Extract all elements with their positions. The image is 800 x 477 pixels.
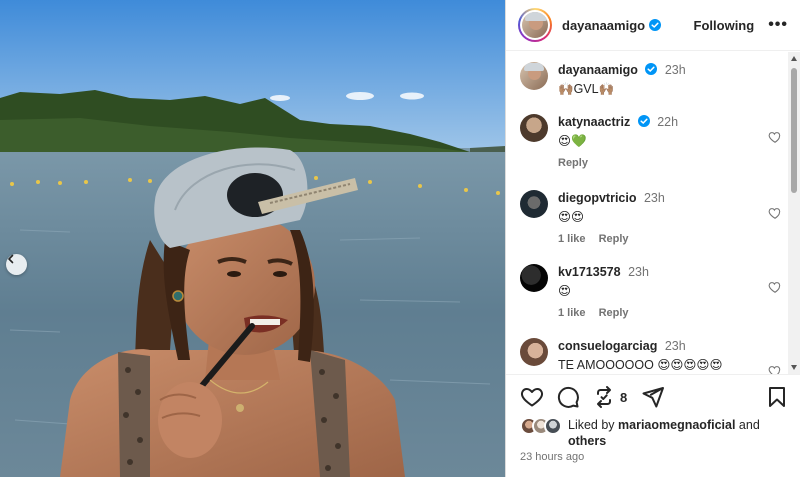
commenter-avatar[interactable] [520,264,548,292]
commenter-avatar[interactable] [520,114,548,142]
like-comment-heart-icon[interactable] [768,130,782,144]
verified-badge-icon [637,115,650,127]
commenter-avatar[interactable] [520,62,548,90]
like-comment-heart-icon[interactable] [768,206,782,220]
post-details-panel: dayanaamigo Following ••• dayanaamigo 23… [505,0,800,477]
comment-item: kv1713578 23h 😍 1 like Reply [520,264,788,319]
commenter-avatar[interactable] [520,338,548,366]
comment-like-count[interactable]: 1 like [558,233,586,245]
comment-text: 🙌🏽GVL🙌🏽 [558,82,615,96]
scroll-up-arrow-icon[interactable] [791,56,797,61]
comment-item: diegopvtricio 23h 😍😍 1 like Reply [520,190,788,245]
comment-username[interactable]: kv1713578 [558,265,621,279]
author-username[interactable]: dayanaamigo [562,18,645,33]
comment-item: katynaactriz 22h 😍💚 Reply [520,114,788,169]
bookmark-icon[interactable] [765,385,789,409]
comment-username[interactable]: dayanaamigo [558,63,638,77]
comment-username[interactable]: katynaactriz [558,115,630,129]
scrollbar-thumb[interactable] [791,68,797,193]
verified-badge-icon [649,19,662,31]
post-timestamp[interactable]: 23 hours ago [520,451,584,463]
reply-button[interactable]: Reply [558,157,588,169]
like-comment-heart-icon[interactable] [768,364,782,374]
comment-icon[interactable] [556,385,580,409]
post-photo[interactable] [0,0,505,477]
caption-comment: dayanaamigo 23h 🙌🏽GVL🙌🏽 [520,62,788,97]
send-icon[interactable] [641,385,665,409]
comment-username[interactable]: diegopvtricio [558,191,636,205]
repost-icon[interactable] [592,385,616,409]
comments-scrollbar[interactable] [788,52,800,374]
more-options-icon[interactable]: ••• [768,16,788,34]
comment-time[interactable]: 23h [644,191,665,205]
instagram-post-view: dayanaamigo Following ••• dayanaamigo 23… [0,0,800,477]
liked-by-user[interactable]: mariaomegnaoficial [618,418,735,432]
previous-photo-button[interactable] [6,254,27,275]
liked-by-others[interactable]: others [568,434,606,448]
post-header: dayanaamigo Following ••• [506,0,800,51]
heart-icon[interactable] [520,385,544,409]
comment-username[interactable]: consuelogarciag [558,339,657,353]
following-button[interactable]: Following [694,18,755,33]
chevron-left-icon [8,254,14,264]
comment-time[interactable]: 23h [665,63,686,77]
comment-time[interactable]: 23h [628,265,649,279]
like-comment-heart-icon[interactable] [768,280,782,294]
comment-item: consuelogarciag 23h TE AMOOOOOO 😍😍😍😍😍 [520,338,788,374]
comment-time[interactable]: 23h [665,339,686,353]
verified-badge-icon [645,63,658,75]
comment-text: TE AMOOOOOO 😍😍😍😍😍 [558,358,723,372]
liked-by-and: and [735,418,760,432]
reply-button[interactable]: Reply [599,307,629,319]
commenter-avatar[interactable] [520,190,548,218]
liked-by: Liked by mariaomegnaoficial and others [520,417,778,449]
comment-text: 😍💚 [558,134,587,148]
repost-count: 8 [620,389,628,405]
post-actions: 8 Liked by mariaomegnaoficial and others [506,374,800,477]
comment-text: 😍😍 [558,210,585,224]
reply-button[interactable]: Reply [599,233,629,245]
comment-time[interactable]: 22h [657,115,678,129]
photo-scene [0,0,505,477]
author-avatar[interactable] [518,8,552,42]
comment-like-count[interactable]: 1 like [558,307,586,319]
comment-text: 😍 [558,284,572,298]
liker-avatars[interactable] [520,417,564,437]
liked-by-prefix: Liked by [568,418,619,432]
scroll-down-arrow-icon[interactable] [791,365,797,370]
comments-list: dayanaamigo 23h 🙌🏽GVL🙌🏽 katynaactriz 22h [506,52,792,374]
